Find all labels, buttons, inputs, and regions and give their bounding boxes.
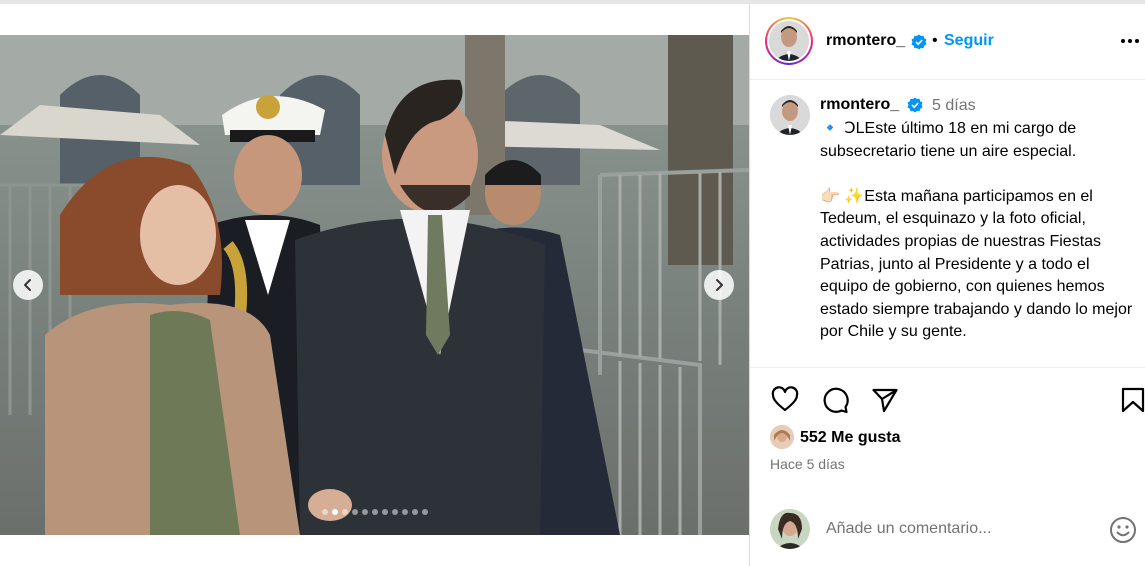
- carousel-next-button[interactable]: [704, 270, 734, 300]
- chevron-left-icon: [24, 279, 31, 291]
- comment-bubble-icon: [823, 387, 849, 414]
- carousel-dot: [331, 509, 338, 515]
- comment-button[interactable]: [821, 386, 849, 414]
- heart-icon: [771, 386, 799, 412]
- header-username[interactable]: rmontero_: [826, 32, 905, 50]
- carousel-dot: [371, 509, 378, 515]
- current-user-avatar: [770, 509, 810, 549]
- post-time[interactable]: Hace 5 días: [770, 456, 845, 472]
- follow-button[interactable]: Seguir: [944, 32, 994, 50]
- verified-badge-icon: [911, 34, 927, 53]
- carousel-dot: [341, 509, 348, 515]
- save-button[interactable]: [1119, 386, 1145, 414]
- carousel-prev-button[interactable]: [13, 270, 43, 300]
- avatar-photo: [769, 21, 809, 61]
- carousel-indicator: [0, 509, 749, 515]
- carousel-dot: [391, 509, 398, 515]
- post-media[interactable]: [0, 35, 749, 535]
- more-dots-icon[interactable]: [1118, 30, 1142, 52]
- comment-input[interactable]: [826, 520, 1096, 538]
- share-button[interactable]: [871, 386, 899, 414]
- actions-divider: [750, 367, 1145, 368]
- likes-count[interactable]: 552 Me gusta: [800, 429, 900, 447]
- carousel-dot: [421, 509, 428, 515]
- like-button[interactable]: [771, 386, 799, 414]
- carousel-dot: [401, 509, 408, 515]
- carousel-dot: [361, 509, 368, 515]
- carousel-dot: [321, 509, 328, 515]
- bookmark-icon: [1121, 387, 1145, 413]
- post-caption: 🔹 ꓛLEste último 18 en mi cargo de subsec…: [820, 120, 1133, 341]
- header-avatar[interactable]: [765, 17, 813, 65]
- caption-time[interactable]: 5 días: [932, 97, 976, 115]
- carousel-dot: [411, 509, 418, 515]
- header-separator: •: [932, 32, 938, 49]
- verified-badge-icon: [907, 97, 923, 116]
- smiley-icon[interactable]: [1108, 515, 1138, 545]
- liker-avatar[interactable]: [770, 425, 794, 449]
- chevron-right-icon: [716, 279, 723, 291]
- paper-plane-icon: [872, 388, 898, 413]
- carousel-dot: [351, 509, 358, 515]
- post-photo: [0, 35, 749, 535]
- caption-avatar[interactable]: [770, 95, 810, 135]
- caption-username[interactable]: rmontero_: [820, 96, 899, 114]
- carousel-dot: [381, 509, 388, 515]
- panel-divider: [749, 4, 750, 566]
